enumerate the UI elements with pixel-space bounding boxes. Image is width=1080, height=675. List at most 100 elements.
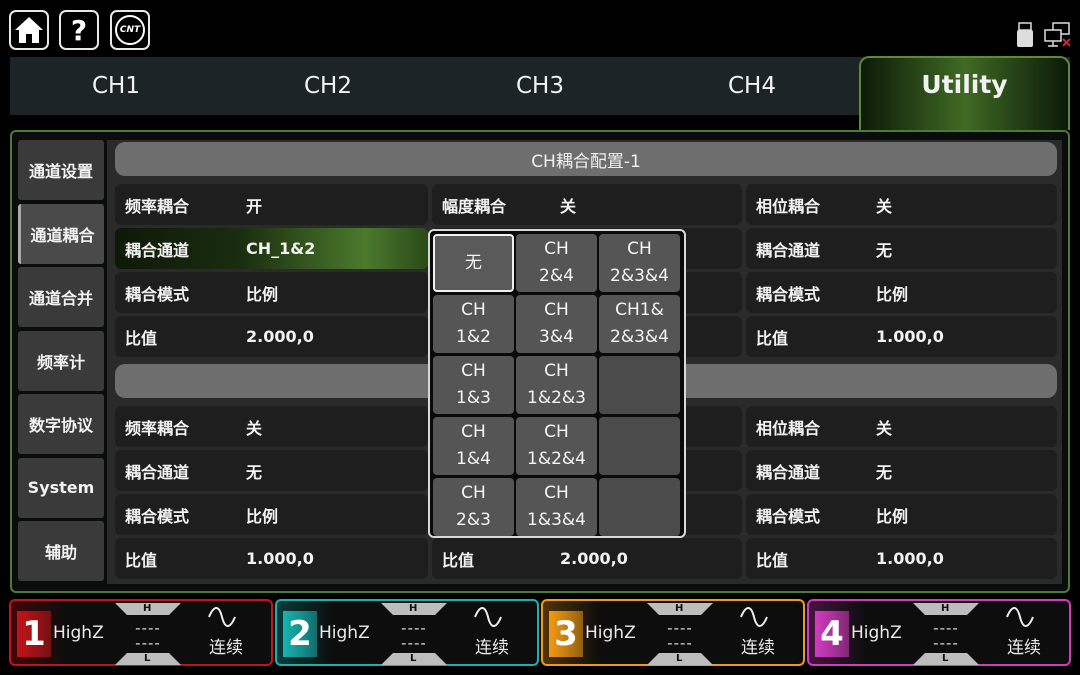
sidebar-item-channel-coupling[interactable]: 通道耦合 [18, 203, 104, 264]
freq-coupling-label-2: 频率耦合 [125, 418, 190, 438]
coupling-channel-popup: 无 CH 2&4 CH 2&3&4 CH 1&2 CH 3&4 CH1& 2&3… [428, 229, 686, 538]
amp-ratio-label-2: 比值 [442, 550, 475, 570]
freq-coupling-value-2: 关 [246, 418, 263, 438]
high-label: H [941, 603, 950, 614]
coupling-channel-label: 耦合通道 [125, 240, 190, 260]
amp-coupling-label: 幅度耦合 [442, 196, 507, 216]
tab-ch4[interactable]: CH4 [646, 57, 858, 115]
phase-coupling-channel-row[interactable]: 耦合通道 无 [746, 228, 1057, 269]
phase-ratio-row-2[interactable]: 比值 1.000,0 [746, 538, 1057, 579]
freq-coupling-label: 频率耦合 [125, 196, 190, 216]
output-mode-label: 连续 [741, 638, 775, 658]
option-ch-1-2-3-4[interactable]: CH1& 2&3&4 [599, 295, 680, 353]
coupling-channel-row[interactable]: 耦合通道 CH_1&2 [115, 228, 428, 269]
option-ch-2-3[interactable]: CH 2&3 [433, 478, 514, 536]
option-none[interactable]: 无 [433, 234, 514, 292]
phase-coupling-row-2[interactable]: 相位耦合 关 [746, 406, 1057, 447]
channel-tabbar: CH1 CH2 CH3 CH4 Utility [10, 56, 1070, 130]
option-ch-1-3[interactable]: CH 1&3 [433, 356, 514, 414]
status-icons [1016, 22, 1072, 48]
high-label: H [409, 603, 418, 614]
freq-coupling-row-2[interactable]: 频率耦合 关 [115, 406, 428, 447]
channel-load-mode: HighZ [851, 623, 902, 643]
option-empty-1 [599, 356, 680, 414]
option-ch-1-4[interactable]: CH 1&4 [433, 417, 514, 475]
sidebar-item-frequency-counter[interactable]: 频率计 [18, 330, 104, 391]
home-icon [15, 17, 43, 43]
output-mode-label: 连续 [209, 638, 243, 658]
phase-ratio-row[interactable]: 比值 1.000,0 [746, 316, 1057, 357]
option-empty-2 [599, 417, 680, 475]
phase-coupling-channel-row-2[interactable]: 耦合通道 无 [746, 450, 1057, 491]
coupling-channel-row-2[interactable]: 耦合通道 无 [115, 450, 428, 491]
help-button[interactable]: ? [59, 10, 99, 50]
phase-coupling-channel-label-2: 耦合通道 [756, 462, 821, 482]
option-ch-1-2-3[interactable]: CH 1&2&3 [516, 356, 597, 414]
freq-coupling-row[interactable]: 频率耦合 开 [115, 184, 428, 225]
low-value: ---- [933, 634, 959, 652]
sidebar-item-auxiliary[interactable]: 辅助 [18, 521, 104, 581]
usb-icon [1017, 22, 1033, 47]
phase-ratio-value: 1.000,0 [876, 327, 944, 346]
logo-icon: CNT [115, 15, 145, 45]
phase-coupling-mode-row-2[interactable]: 耦合模式 比例 [746, 494, 1057, 535]
section-title-coupling-1: CH耦合配置-1 [115, 142, 1057, 176]
phase-coupling-label: 相位耦合 [756, 196, 821, 216]
channel-status-2[interactable]: 2 HighZ H ---- ---- L 连续 [275, 599, 539, 666]
option-ch-2-4[interactable]: CH 2&4 [516, 234, 597, 292]
low-label: L [144, 653, 151, 664]
tab-ch2[interactable]: CH2 [222, 57, 434, 115]
tab-ch1[interactable]: CH1 [10, 57, 222, 115]
option-ch-1-3-4[interactable]: CH 1&3&4 [516, 478, 597, 536]
high-low-indicator: H ---- ---- L [647, 603, 713, 665]
high-label: H [675, 603, 684, 614]
phase-coupling-mode-value-2: 比例 [876, 506, 909, 526]
low-value: ---- [135, 634, 161, 652]
low-label: L [410, 653, 417, 664]
high-low-indicator: H ---- ---- L [381, 603, 447, 665]
sine-wave-icon [740, 607, 768, 627]
phase-coupling-mode-row[interactable]: 耦合模式 比例 [746, 272, 1057, 313]
coupling-mode-row-2[interactable]: 耦合模式 比例 [115, 494, 428, 535]
phase-coupling-row[interactable]: 相位耦合 关 [746, 184, 1057, 225]
high-low-indicator: H ---- ---- L [913, 603, 979, 665]
option-ch-2-3-4[interactable]: CH 2&3&4 [599, 234, 680, 292]
sidebar-item-channel-merge[interactable]: 通道合并 [18, 267, 104, 327]
amp-coupling-value: 关 [560, 196, 577, 216]
amp-ratio-row-2[interactable]: 比值 2.000,0 [432, 538, 742, 579]
ratio-row-2[interactable]: 比值 1.000,0 [115, 538, 428, 579]
channel-status-1[interactable]: 1 HighZ H ---- ---- L 连续 [9, 599, 273, 666]
channel-number: 2 [283, 611, 317, 657]
tab-ch3[interactable]: CH3 [434, 57, 646, 115]
phase-ratio-value-2: 1.000,0 [876, 549, 944, 568]
channel-load-mode: HighZ [53, 623, 104, 643]
sidebar-item-system[interactable]: System [18, 457, 104, 518]
ratio-row[interactable]: 比值 2.000,0 [115, 316, 428, 357]
phase-coupling-channel-value-2: 无 [876, 462, 893, 482]
option-ch-3-4[interactable]: CH 3&4 [516, 295, 597, 353]
option-empty-3 [599, 478, 680, 536]
output-mode-label: 连续 [475, 638, 509, 658]
phase-coupling-channel-value: 无 [876, 240, 893, 260]
channel-number: 4 [815, 611, 849, 657]
coupling-mode-row[interactable]: 耦合模式 比例 [115, 272, 428, 313]
amp-coupling-row[interactable]: 幅度耦合 关 [432, 184, 742, 225]
sidebar-item-channel-settings[interactable]: 通道设置 [18, 140, 104, 200]
high-label: H [143, 603, 152, 614]
option-ch-1-2-4[interactable]: CH 1&2&4 [516, 417, 597, 475]
logo-text: CNT [119, 25, 141, 35]
tab-utility[interactable]: Utility [859, 56, 1070, 130]
channel-status-4[interactable]: 4 HighZ H ---- ---- L 连续 [807, 599, 1071, 666]
channel-status-3[interactable]: 3 HighZ H ---- ---- L 连续 [541, 599, 805, 666]
sine-wave-icon [208, 607, 236, 627]
home-button[interactable] [9, 10, 49, 50]
logo-button[interactable]: CNT [110, 10, 150, 50]
sine-wave-icon [1006, 607, 1034, 627]
low-label: L [676, 653, 683, 664]
coupling-mode-label: 耦合模式 [125, 284, 190, 304]
phase-coupling-label-2: 相位耦合 [756, 418, 821, 438]
option-ch-1-2[interactable]: CH 1&2 [433, 295, 514, 353]
sidebar-item-digital-protocol[interactable]: 数字协议 [18, 394, 104, 454]
ratio-value-2: 1.000,0 [246, 549, 314, 568]
ratio-label-2: 比值 [125, 550, 158, 570]
